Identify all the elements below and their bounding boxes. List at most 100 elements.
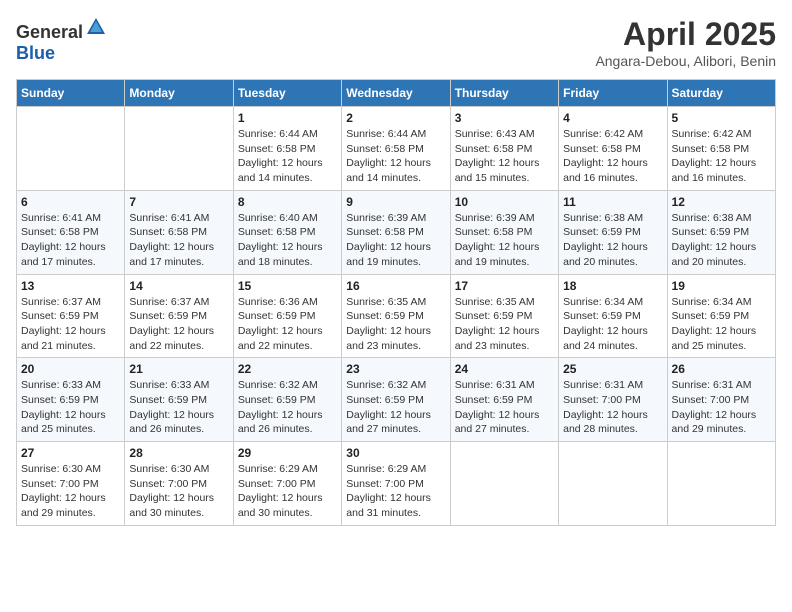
day-number: 15 (238, 279, 337, 293)
day-number: 13 (21, 279, 120, 293)
day-detail: Sunrise: 6:35 AMSunset: 6:59 PMDaylight:… (455, 295, 554, 354)
day-number: 19 (672, 279, 771, 293)
calendar-cell (450, 442, 558, 526)
calendar-cell: 20 Sunrise: 6:33 AMSunset: 6:59 PMDayligh… (17, 358, 125, 442)
title-block: April 2025 Angara-Debou, Alibori, Benin (595, 16, 776, 69)
calendar-header: SundayMondayTuesdayWednesdayThursdayFrid… (17, 80, 776, 107)
day-number: 24 (455, 362, 554, 376)
day-detail: Sunrise: 6:42 AMSunset: 6:58 PMDaylight:… (563, 127, 662, 186)
day-number: 16 (346, 279, 445, 293)
day-number: 1 (238, 111, 337, 125)
day-number: 3 (455, 111, 554, 125)
calendar-cell: 16Sunrise: 6:35 AMSunset: 6:59 PMDayligh… (342, 274, 450, 358)
weekday-header-saturday: Saturday (667, 80, 775, 107)
calendar-cell: 2 Sunrise: 6:44 AMSunset: 6:58 PMDaylight… (342, 107, 450, 191)
calendar-cell: 10 Sunrise: 6:39 AMSunset: 6:58 PMDayligh… (450, 190, 558, 274)
day-detail: Sunrise: 6:38 AMSunset: 6:59 PMDaylight:… (563, 211, 662, 270)
day-detail: Sunrise: 6:37 AMSunset: 6:59 PMDaylight:… (129, 295, 228, 354)
calendar-week-4: 20 Sunrise: 6:33 AMSunset: 6:59 PMDayligh… (17, 358, 776, 442)
day-detail: Sunrise: 6:41 AMSunset: 6:58 PMDaylight:… (129, 211, 228, 270)
weekday-header-monday: Monday (125, 80, 233, 107)
day-number: 14 (129, 279, 228, 293)
day-number: 28 (129, 446, 228, 460)
day-detail: Sunrise: 6:33 AMSunset: 6:59 PMDaylight:… (21, 378, 120, 437)
day-detail: Sunrise: 6:41 AMSunset: 6:58 PMDaylight:… (21, 211, 120, 270)
calendar-cell: 8Sunrise: 6:40 AMSunset: 6:58 PMDaylight… (233, 190, 341, 274)
calendar-cell: 29Sunrise: 6:29 AMSunset: 7:00 PMDayligh… (233, 442, 341, 526)
day-number: 26 (672, 362, 771, 376)
day-number: 22 (238, 362, 337, 376)
day-number: 8 (238, 195, 337, 209)
day-detail: Sunrise: 6:34 AMSunset: 6:59 PMDaylight:… (672, 295, 771, 354)
calendar-cell: 15 Sunrise: 6:36 AMSunset: 6:59 PMDayligh… (233, 274, 341, 358)
day-detail: Sunrise: 6:31 AMSunset: 6:59 PMDaylight:… (455, 378, 554, 437)
calendar-cell: 19 Sunrise: 6:34 AMSunset: 6:59 PMDayligh… (667, 274, 775, 358)
calendar-cell: 26 Sunrise: 6:31 AMSunset: 7:00 PMDayligh… (667, 358, 775, 442)
day-detail: Sunrise: 6:30 AMSunset: 7:00 PMDaylight:… (129, 462, 228, 521)
calendar-title: April 2025 (595, 16, 776, 53)
logo-general: General (16, 22, 83, 42)
weekday-header-tuesday: Tuesday (233, 80, 341, 107)
calendar-cell (559, 442, 667, 526)
calendar-cell: 27 Sunrise: 6:30 AMSunset: 7:00 PMDayligh… (17, 442, 125, 526)
calendar-cell: 22 Sunrise: 6:32 AMSunset: 6:59 PMDayligh… (233, 358, 341, 442)
weekday-header-friday: Friday (559, 80, 667, 107)
day-detail: Sunrise: 6:32 AMSunset: 6:59 PMDaylight:… (238, 378, 337, 437)
weekday-header-wednesday: Wednesday (342, 80, 450, 107)
day-detail: Sunrise: 6:30 AMSunset: 7:00 PMDaylight:… (21, 462, 120, 521)
day-detail: Sunrise: 6:42 AMSunset: 6:58 PMDaylight:… (672, 127, 771, 186)
day-number: 5 (672, 111, 771, 125)
calendar-cell: 17Sunrise: 6:35 AMSunset: 6:59 PMDayligh… (450, 274, 558, 358)
weekday-header-row: SundayMondayTuesdayWednesdayThursdayFrid… (17, 80, 776, 107)
calendar-body: 1 Sunrise: 6:44 AMSunset: 6:58 PMDaylight… (17, 107, 776, 526)
calendar-cell: 13Sunrise: 6:37 AMSunset: 6:59 PMDayligh… (17, 274, 125, 358)
calendar-cell: 5 Sunrise: 6:42 AMSunset: 6:58 PMDaylight… (667, 107, 775, 191)
day-number: 11 (563, 195, 662, 209)
calendar-cell: 14 Sunrise: 6:37 AMSunset: 6:59 PMDayligh… (125, 274, 233, 358)
day-number: 9 (346, 195, 445, 209)
logo-text: General Blue (16, 16, 107, 64)
calendar-cell: 28 Sunrise: 6:30 AMSunset: 7:00 PMDayligh… (125, 442, 233, 526)
calendar-cell (125, 107, 233, 191)
day-detail: Sunrise: 6:36 AMSunset: 6:59 PMDaylight:… (238, 295, 337, 354)
day-detail: Sunrise: 6:44 AMSunset: 6:58 PMDaylight:… (346, 127, 445, 186)
day-number: 6 (21, 195, 120, 209)
day-detail: Sunrise: 6:31 AMSunset: 7:00 PMDaylight:… (672, 378, 771, 437)
day-number: 4 (563, 111, 662, 125)
calendar-cell: 30 Sunrise: 6:29 AMSunset: 7:00 PMDayligh… (342, 442, 450, 526)
day-number: 2 (346, 111, 445, 125)
day-number: 30 (346, 446, 445, 460)
calendar-cell (667, 442, 775, 526)
calendar-week-2: 6 Sunrise: 6:41 AMSunset: 6:58 PMDaylight… (17, 190, 776, 274)
calendar-cell (17, 107, 125, 191)
day-number: 20 (21, 362, 120, 376)
calendar-cell: 21Sunrise: 6:33 AMSunset: 6:59 PMDayligh… (125, 358, 233, 442)
day-detail: Sunrise: 6:44 AMSunset: 6:58 PMDaylight:… (238, 127, 337, 186)
calendar-cell: 9 Sunrise: 6:39 AMSunset: 6:58 PMDaylight… (342, 190, 450, 274)
day-number: 27 (21, 446, 120, 460)
calendar-cell: 7Sunrise: 6:41 AMSunset: 6:58 PMDaylight… (125, 190, 233, 274)
day-detail: Sunrise: 6:31 AMSunset: 7:00 PMDaylight:… (563, 378, 662, 437)
calendar-week-5: 27 Sunrise: 6:30 AMSunset: 7:00 PMDayligh… (17, 442, 776, 526)
calendar-cell: 24 Sunrise: 6:31 AMSunset: 6:59 PMDayligh… (450, 358, 558, 442)
day-detail: Sunrise: 6:29 AMSunset: 7:00 PMDaylight:… (346, 462, 445, 521)
day-detail: Sunrise: 6:43 AMSunset: 6:58 PMDaylight:… (455, 127, 554, 186)
calendar-cell: 25 Sunrise: 6:31 AMSunset: 7:00 PMDayligh… (559, 358, 667, 442)
calendar-week-3: 13 Sunrise: 6:37 AMSunset: 6:59 PMDayligh… (17, 274, 776, 358)
calendar-cell: 4 Sunrise: 6:42 AMSunset: 6:58 PMDaylight… (559, 107, 667, 191)
weekday-header-sunday: Sunday (17, 80, 125, 107)
logo-blue: Blue (16, 43, 55, 63)
day-detail: Sunrise: 6:39 AMSunset: 6:58 PMDaylight:… (455, 211, 554, 270)
day-detail: Sunrise: 6:39 AMSunset: 6:58 PMDaylight:… (346, 211, 445, 270)
calendar-table: SundayMondayTuesdayWednesdayThursdayFrid… (16, 79, 776, 526)
day-detail: Sunrise: 6:38 AMSunset: 6:59 PMDaylight:… (672, 211, 771, 270)
day-number: 18 (563, 279, 662, 293)
day-number: 10 (455, 195, 554, 209)
page-header: General Blue April 2025 Angara-Debou, Al… (16, 16, 776, 69)
day-detail: Sunrise: 6:33 AMSunset: 6:59 PMDaylight:… (129, 378, 228, 437)
day-detail: Sunrise: 6:34 AMSunset: 6:59 PMDaylight:… (563, 295, 662, 354)
day-detail: Sunrise: 6:29 AMSunset: 7:00 PMDaylight:… (238, 462, 337, 521)
calendar-cell: 18 Sunrise: 6:34 AMSunset: 6:59 PMDayligh… (559, 274, 667, 358)
weekday-header-thursday: Thursday (450, 80, 558, 107)
day-number: 25 (563, 362, 662, 376)
